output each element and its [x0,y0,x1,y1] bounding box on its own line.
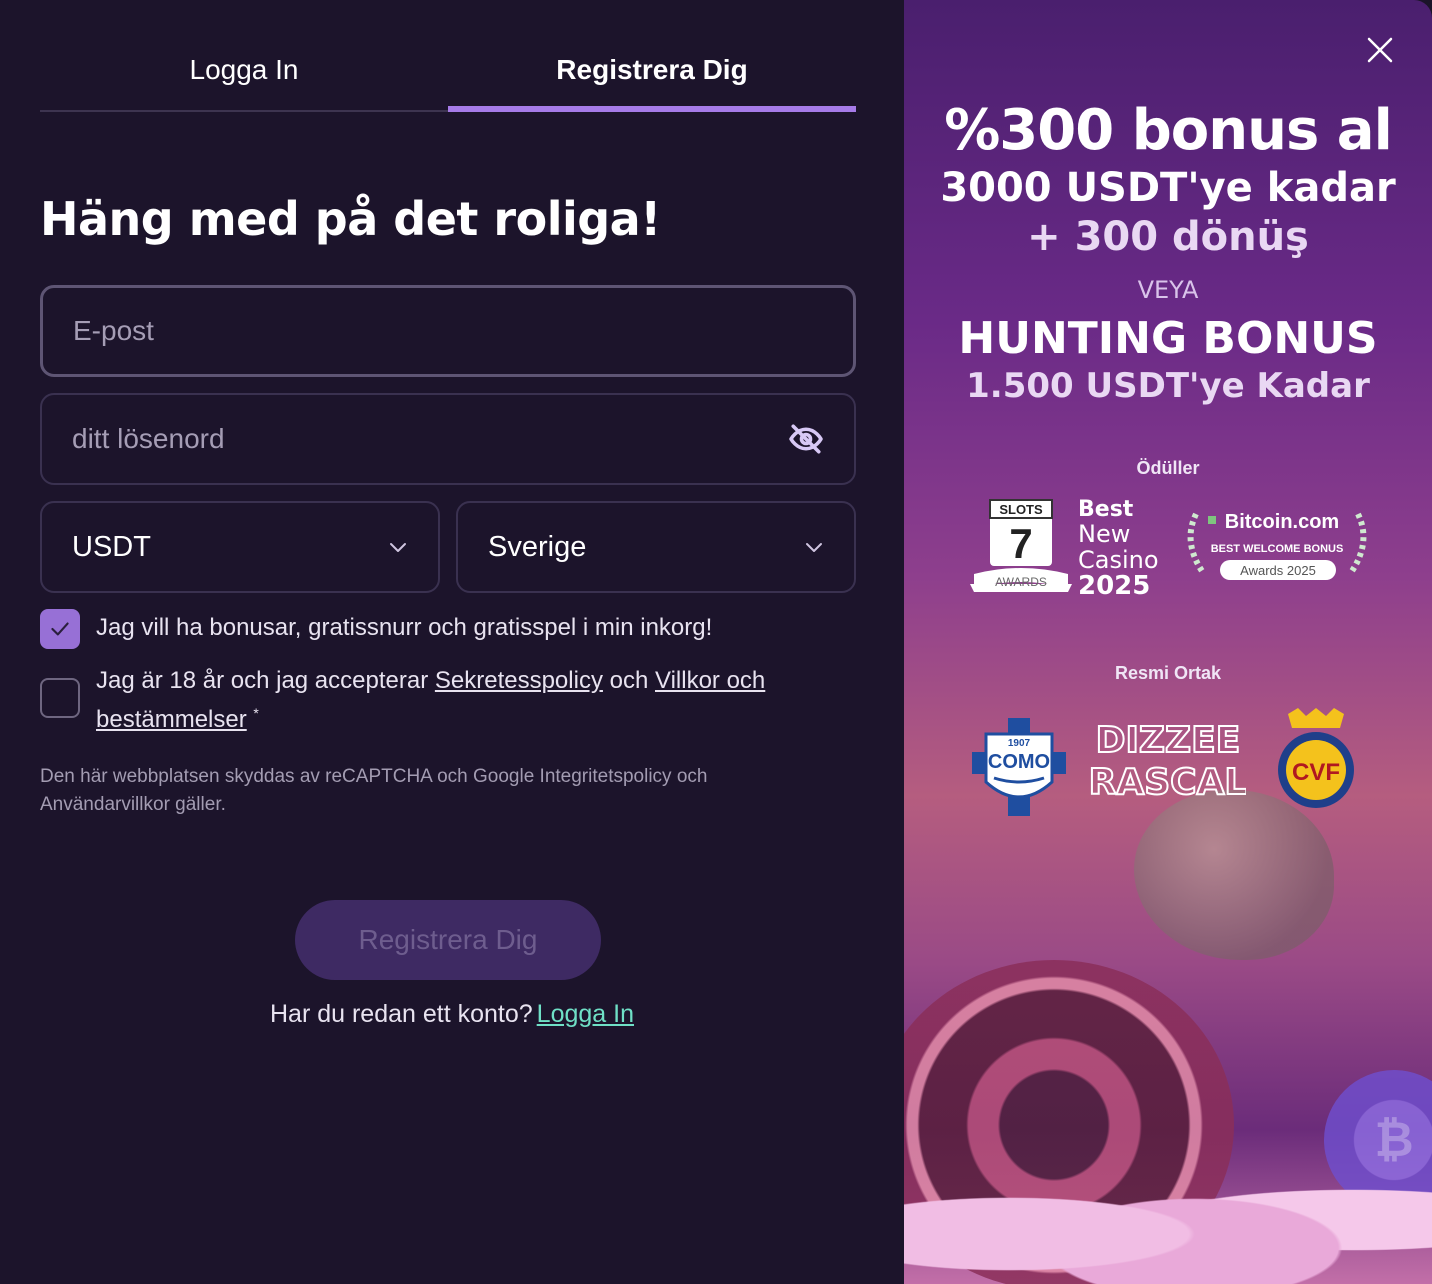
terms-middle: och [609,667,649,694]
slots-badge-number: 7 [1009,520,1032,567]
award-text-1: Best [1078,497,1134,522]
register-button[interactable]: Registrera Dig [295,900,601,980]
bitcoin-award-subtitle: Awards 2025 [1240,563,1316,578]
signup-modal: Logga In Registrera Dig Häng med på det … [0,0,1432,1284]
bitcoin-award-badge: Bitcoin.com BEST WELCOME BONUS Awards 20… [1187,511,1367,580]
auth-tabs: Logga In Registrera Dig [40,40,856,112]
villarreal-name: CVF [1292,759,1340,786]
promo-line-3: + 300 dönüş [1027,214,1309,260]
terms-prefix: Jag är 18 år och jag accepterar [96,667,429,694]
password-field[interactable] [42,395,854,483]
cloud-decoration [904,1150,1432,1284]
promo-headline: %300 bonus al [944,98,1393,163]
close-icon[interactable] [1366,36,1394,64]
como-partner-logo: 1907 COMO [972,718,1066,816]
currency-value: USDT [72,530,151,563]
page-title: Häng med på det roliga! [40,192,661,246]
country-value: Sverige [488,530,587,563]
bitcoin-award-title: BEST WELCOME BONUS [1211,543,1344,555]
slots-award-badge: SLOTS 7 AWARDS Best New Casino 2025 [970,497,1159,601]
rock-decoration [1134,790,1334,960]
required-asterisk: * [253,705,259,721]
promo-panel: ₿ %300 bonus al 3000 USDT'ye kadar + 300… [904,0,1432,1284]
award-year: 2025 [1078,571,1150,601]
country-select[interactable]: Sverige [456,501,856,593]
como-name: COMO [988,751,1050,773]
dizzee-line-1: DIZZEE [1096,720,1241,761]
chevron-down-icon [390,543,406,552]
eye-slash-icon[interactable] [788,421,824,457]
privacy-policy-link[interactable]: Sekretesspolicy [435,667,603,694]
promo-hunting-bonus: HUNTING BONUS [958,313,1378,364]
tab-login[interactable]: Logga In [40,40,448,110]
dizzee-rascal-partner-logo: DIZZEE RASCAL [1090,719,1246,796]
tab-register[interactable]: Registrera Dig [448,40,856,112]
login-prompt: Har du redan ett konto? Logga In [0,1000,904,1029]
bonus-opt-in-label: Jag vill ha bonusar, gratissnurr och gra… [96,614,713,641]
form-panel: Logga In Registrera Dig Häng med på det … [0,0,904,1284]
terms-checkbox[interactable] [40,678,80,718]
como-year: 1907 [1008,738,1031,749]
partners-label: Resmi Ortak [1114,663,1222,683]
slots-badge-top: SLOTS [999,502,1043,517]
award-text-3: Casino [1078,546,1159,574]
promo-or: VEYA [1137,276,1199,304]
email-field[interactable] [43,288,853,374]
bitcoin-brand: Bitcoin.com [1225,511,1339,533]
chevron-down-icon [806,543,822,552]
awards-label: Ödüller [1136,458,1200,478]
currency-select[interactable]: USDT [40,501,440,593]
promo-line-2: 3000 USDT'ye kadar [940,165,1396,211]
bonus-opt-in-checkbox[interactable] [40,609,80,649]
login-link[interactable]: Logga In [537,1000,634,1028]
slots-badge-bottom: AWARDS [995,575,1047,589]
password-field-wrapper [40,393,856,485]
check-icon [51,622,69,636]
villarreal-partner-logo: CVF [1278,708,1354,808]
terms-row: Jag är 18 år och jag accepterar Sekretes… [40,664,820,736]
login-prompt-text: Har du redan ett konto? [270,1000,533,1028]
email-field-wrapper [40,285,856,377]
award-text-2: New [1078,520,1130,548]
dizzee-line-2: RASCAL [1090,762,1246,796]
recaptcha-notice: Den här webbplatsen skyddas av reCAPTCHA… [40,766,708,815]
terms-label: Jag är 18 år och jag accepterar Sekretes… [96,664,820,736]
promo-hunting-amount: 1.500 USDT'ye Kadar [966,366,1370,406]
bonus-opt-in-row: Jag vill ha bonusar, gratissnurr och gra… [40,609,712,649]
